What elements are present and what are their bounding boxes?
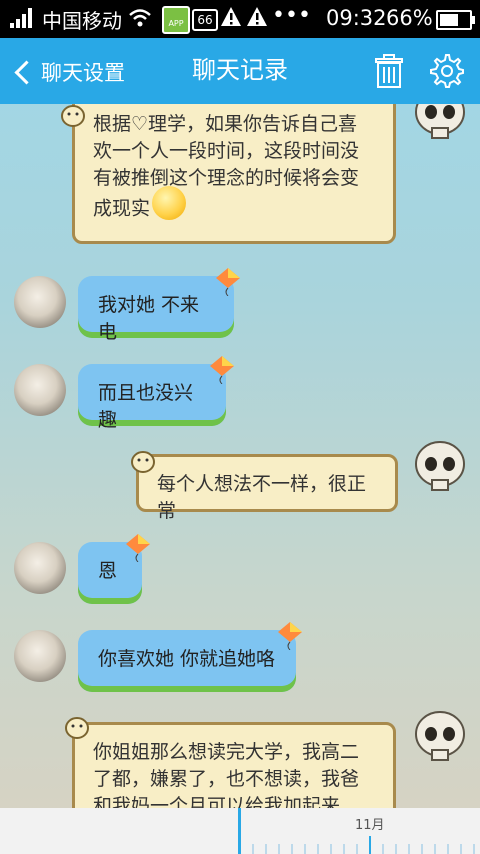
kite-decoration-icon — [126, 534, 150, 562]
timeline-tick — [473, 844, 475, 854]
skull-avatar-me[interactable] — [412, 104, 468, 142]
kite-decoration-icon — [216, 268, 240, 296]
timeline-tick — [356, 844, 358, 854]
message-text: 我对她 不来电 — [98, 294, 200, 343]
message-text: 你姐姐那么想读完大学，我高二了都，嫌累了，也不想读，我爸和我妈一个月可以给我加起… — [93, 741, 360, 808]
chevron-left-icon — [14, 59, 39, 85]
warning-icon — [247, 7, 267, 26]
timeline-tick — [421, 844, 423, 854]
chat-history[interactable]: 根据♡理学，如果你告诉自己喜欢一个人一段时间，这段时间没有被推倒这个理念的时候将… — [0, 104, 480, 808]
gear-icon[interactable] — [428, 52, 464, 88]
carrier-name: 中国移动 — [42, 9, 122, 33]
timeline-tick — [369, 836, 371, 854]
timeline-cursor[interactable] — [238, 808, 241, 854]
skull-icon — [415, 441, 465, 491]
timeline-tick — [460, 844, 462, 854]
back-button[interactable]: 聊天设置 — [12, 54, 125, 90]
avatar-contact[interactable] — [14, 276, 66, 328]
message-text: 每个人想法不一样，很正常 — [157, 473, 367, 522]
message-text: 而且也没兴趣 — [98, 382, 194, 431]
app-notification-icon: APP — [162, 6, 190, 34]
wifi-icon — [129, 9, 151, 27]
timeline-tick — [330, 844, 332, 854]
kite-decoration-icon — [278, 622, 302, 650]
sleepy-emoji-icon — [152, 186, 187, 220]
timeline-tick — [434, 844, 436, 854]
skull-icon — [415, 711, 465, 761]
timeline-tick — [278, 844, 280, 854]
bubble-face-decoration-icon — [61, 105, 85, 127]
bubble-face-decoration-icon — [65, 717, 89, 739]
kite-decoration-icon — [210, 356, 234, 384]
message-bubble-incoming[interactable]: 我对她 不来电 — [78, 276, 234, 343]
timeline-tick — [382, 844, 384, 854]
message-text: 根据♡理学，如果你告诉自己喜欢一个人一段时间，这段时间没有被推倒这个理念的时候将… — [93, 113, 360, 220]
status-bar: 中国移动 APP 66 ••• 09:32 66% — [0, 0, 480, 38]
timeline-tick — [265, 844, 267, 854]
avatar-contact[interactable] — [14, 364, 66, 416]
timeline-month-label: 11月 — [355, 818, 385, 833]
warning-icon — [221, 7, 241, 26]
message-bubble-incoming[interactable]: 你喜欢她 你就追她咯 — [78, 630, 296, 692]
bubble-face-decoration-icon — [131, 451, 155, 473]
timeline-tick — [291, 844, 293, 854]
more-notifications-icon: ••• — [272, 3, 311, 28]
message-bubble-outgoing[interactable]: 你姐姐那么想读完大学，我高二了都，嫌累了，也不想读，我爸和我妈一个月可以给我加起… — [72, 722, 396, 808]
avatar-contact[interactable] — [14, 542, 66, 594]
message-text: 恩 — [98, 560, 118, 582]
message-text: 你喜欢她 你就追她咯 — [98, 648, 276, 670]
back-button-label: 聊天设置 — [41, 61, 125, 85]
notification-count-badge: 66 — [192, 9, 218, 31]
skull-avatar-me[interactable] — [412, 438, 468, 494]
battery-icon — [436, 10, 475, 30]
battery-percent: 66% — [386, 6, 433, 30]
message-bubble-outgoing[interactable]: 根据♡理学，如果你告诉自己喜欢一个人一段时间，这段时间没有被推倒这个理念的时候将… — [72, 104, 396, 244]
clock: 09:32 — [326, 6, 387, 30]
avatar-contact[interactable] — [14, 630, 66, 682]
timeline-tick — [395, 844, 397, 854]
message-bubble-outgoing[interactable]: 每个人想法不一样，很正常 — [136, 454, 398, 522]
timeline-tick — [343, 844, 345, 854]
skull-icon — [415, 104, 465, 139]
message-bubble-incoming[interactable]: 而且也没兴趣 — [78, 364, 226, 431]
timeline-tick — [408, 844, 410, 854]
timeline-tick — [317, 844, 319, 854]
timeline-tick — [304, 844, 306, 854]
timeline-scrubber[interactable]: 11月 — [0, 808, 480, 854]
signal-icon — [10, 8, 36, 28]
trash-icon[interactable] — [372, 54, 406, 88]
title-bar: 聊天记录 聊天设置 — [0, 38, 480, 104]
timeline-tick — [447, 844, 449, 854]
timeline-tick — [252, 844, 254, 854]
skull-avatar-me[interactable] — [412, 708, 468, 764]
